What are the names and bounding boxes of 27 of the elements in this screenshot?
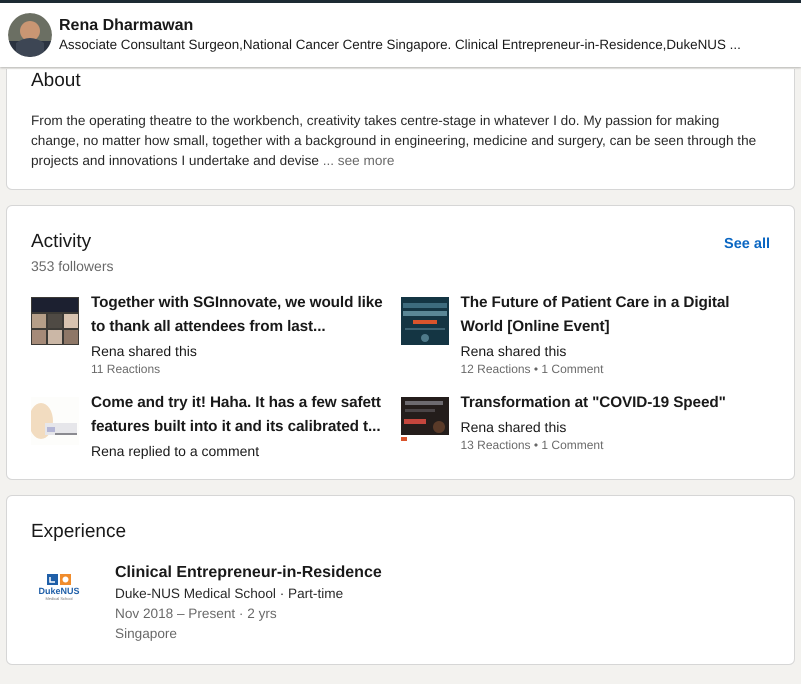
see-all-link[interactable]: See all — [724, 234, 770, 256]
job-title: Clinical Entrepreneur-in-Residence — [115, 563, 382, 583]
post-activity: Rena replied to a comment — [91, 442, 260, 461]
job-dates: Nov 2018 – Present · 2 yrs — [115, 605, 278, 623]
headline: Associate Consultant Surgeon,National Cancer Centre Singapore. Clinical Entrepreneur-in-Residence,DukeNUS ... — [59, 36, 741, 54]
reaction-count: 13 Reactions • 1 Comment — [460, 437, 604, 453]
post-activity: Rena shared this — [460, 418, 568, 437]
post-title[interactable]: Together with SGInnovate, we would like to thank all attendees from last... — [91, 291, 396, 339]
shield-icon — [47, 574, 71, 585]
section-title: About — [31, 69, 82, 93]
post-title[interactable]: Come and try it! Haha. It has a few safett features built into it and its calibrated t... — [91, 391, 396, 439]
job-location: Singapore — [115, 625, 178, 643]
avatar — [8, 13, 52, 57]
logo-text: DukeNUS — [38, 586, 80, 596]
post-title[interactable]: The Future of Patient Care in a Digital World [Online Event] — [460, 291, 766, 339]
company-name: Duke-NUS Medical School · Part-time — [115, 585, 344, 603]
reaction-count: 11 Reactions — [91, 361, 162, 377]
post-activity: Rena shared this — [91, 342, 198, 361]
about-text: From the operating theatre to the workbench, creativity takes centre-stage in whatever I do. My passion for making change, no matter how small, together with a background in engineering, medicine and surgery, can be seen through the projects and innovations I undertake and devise ... see more — [31, 112, 758, 170]
profile-name: Rena Dharmawan — [59, 16, 194, 36]
section-title: Experience — [31, 520, 128, 544]
reaction-count: 12 Reactions • 1 Comment — [460, 361, 604, 377]
section-title: Activity — [31, 230, 92, 254]
post-title[interactable]: Transformation at "COVID-19 Speed" — [460, 391, 726, 415]
post-activity: Rena shared this — [460, 342, 568, 361]
follower-count: 353 followers — [31, 257, 114, 276]
see-more-link[interactable]: ... see more — [322, 153, 394, 168]
